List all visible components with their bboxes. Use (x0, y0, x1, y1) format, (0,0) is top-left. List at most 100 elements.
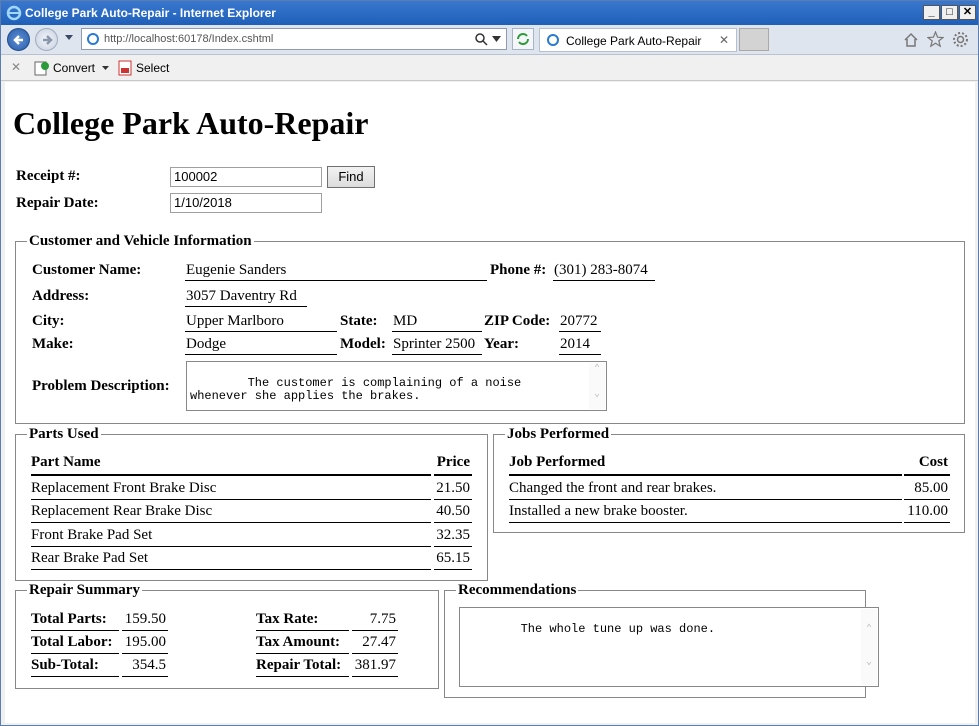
refresh-button[interactable] (512, 28, 534, 50)
job-cost-cell: 85.00 (904, 479, 950, 500)
receipt-label: Receipt #: (16, 168, 81, 184)
part-name-cell: Replacement Front Brake Disc (31, 479, 431, 500)
job-performed-header: Job Performed (509, 454, 902, 476)
part-price-cell: 21.50 (434, 479, 472, 500)
zip-value: 20772 (559, 312, 601, 332)
settings-gear-icon[interactable] (952, 31, 969, 48)
new-tab-button[interactable] (739, 28, 769, 51)
page-content: College Park Auto-Repair Receipt #: 1000… (5, 82, 975, 723)
zip-label: ZIP Code: (484, 313, 551, 329)
customer-name-label: Customer Name: (32, 262, 142, 278)
problem-description-text: The customer is complaining of a noise w… (190, 376, 529, 403)
convert-pdf-icon (34, 61, 49, 76)
jobs-performed-legend: Jobs Performed (505, 426, 612, 443)
browser-window: College Park Auto-Repair - Internet Expl… (0, 0, 979, 726)
recommendations-scrollbar[interactable]: ⌃ ⌄ (861, 609, 877, 685)
refresh-icon (517, 33, 529, 45)
recommendations-textarea[interactable]: The whole tune up was done. ⌃ ⌄ (459, 607, 879, 687)
tab-page-icon (547, 34, 559, 46)
tax-rate-value: 7.75 (352, 610, 398, 631)
customer-vehicle-fieldset: Customer and Vehicle Information Custome… (15, 233, 965, 424)
internet-explorer-icon (6, 5, 22, 21)
year-label: Year: (484, 336, 519, 352)
address-value: 3057 Daventry Rd (185, 287, 307, 307)
recommendations-legend: Recommendations (456, 582, 579, 599)
home-icon[interactable] (903, 32, 919, 48)
part-name-cell: Front Brake Pad Set (31, 526, 431, 547)
recommendations-fieldset: Recommendations The whole tune up was do… (444, 582, 879, 698)
problem-scrollbar[interactable]: ⌃ ⌄ (589, 363, 605, 409)
navigation-bar: http://localhost:60178/Index.cshtml Coll… (1, 25, 978, 55)
year-value: 2014 (559, 335, 601, 355)
select-pdf-icon (118, 60, 132, 76)
part-name-cell: Rear Brake Pad Set (31, 549, 431, 570)
history-dropdown-icon[interactable] (64, 34, 74, 42)
window-title: College Park Auto-Repair - Internet Expl… (25, 6, 276, 20)
tax-amount-value: 27.47 (352, 633, 398, 654)
subtotal-value: 354.5 (122, 656, 168, 677)
repair-date-input[interactable]: 1/10/2018 (170, 193, 322, 213)
state-value: MD (392, 312, 482, 332)
select-button[interactable]: Select (136, 61, 169, 75)
parts-used-legend: Parts Used (27, 426, 101, 443)
repair-summary-fieldset: Repair Summary Total Parts: 159.50 Total… (15, 582, 439, 689)
browser-tab[interactable]: College Park Auto-Repair ✕ (539, 28, 737, 52)
close-button[interactable]: ✕ (959, 5, 976, 20)
total-labor-value: 195.00 (122, 633, 168, 654)
total-parts-label: Total Parts: (31, 610, 119, 631)
job-cell: Changed the front and rear brakes. (509, 479, 902, 500)
customer-name-value: Eugenie Sanders (185, 261, 487, 281)
total-labor-label: Total Labor: (31, 633, 119, 654)
part-name-cell: Replacement Rear Brake Disc (31, 502, 431, 523)
tab-title: College Park Auto-Repair (566, 34, 702, 48)
part-name-header: Part Name (31, 454, 431, 476)
customer-vehicle-legend: Customer and Vehicle Information (27, 233, 254, 250)
page-icon (87, 33, 99, 45)
price-header: Price (434, 454, 472, 476)
address-bar[interactable]: http://localhost:60178/Index.cshtml (81, 28, 507, 50)
make-label: Make: (32, 336, 74, 352)
phone-value: (301) 283-8074 (553, 261, 655, 281)
url-text: http://localhost:60178/Index.cshtml (104, 33, 274, 45)
parts-used-fieldset: Parts Used Part Name Price Replacement F… (15, 426, 488, 581)
subtotal-label: Sub-Total: (31, 656, 119, 677)
city-value: Upper Marlboro (185, 312, 337, 332)
total-parts-value: 159.50 (122, 610, 168, 631)
repair-total-value: 381.97 (352, 656, 398, 677)
command-bar: ✕ Convert Select (1, 56, 978, 81)
forward-arrow-icon (43, 35, 53, 45)
tax-amount-label: Tax Amount: (256, 633, 349, 654)
maximize-button[interactable]: □ (941, 5, 958, 20)
problem-description-textarea[interactable]: The customer is complaining of a noise w… (186, 361, 607, 411)
close-bar-icon[interactable]: ✕ (11, 60, 21, 74)
forward-button[interactable] (35, 28, 58, 51)
back-button[interactable] (7, 28, 30, 51)
jobs-performed-fieldset: Jobs Performed Job Performed Cost Change… (493, 426, 965, 533)
repair-total-label: Repair Total: (256, 656, 349, 677)
part-price-cell: 32.35 (434, 526, 472, 547)
search-icon[interactable] (474, 32, 488, 46)
address-dropdown-icon[interactable] (492, 36, 501, 43)
phone-label: Phone #: (490, 262, 547, 278)
tax-rate-label: Tax Rate: (256, 610, 349, 631)
make-value: Dodge (185, 335, 337, 355)
back-arrow-icon (13, 35, 23, 45)
problem-description-label: Problem Description: (32, 378, 170, 394)
favorites-star-icon[interactable] (927, 31, 944, 48)
part-price-cell: 40.50 (434, 502, 472, 523)
cost-header: Cost (904, 454, 950, 476)
model-label: Model: (340, 336, 386, 352)
receipt-number-input[interactable]: 100002 (170, 167, 322, 187)
job-cost-cell: 110.00 (904, 502, 950, 523)
page-title: College Park Auto-Repair (13, 105, 369, 141)
job-cell: Installed a new brake booster. (509, 502, 902, 523)
convert-dropdown-icon[interactable] (102, 66, 109, 71)
city-label: City: (32, 313, 65, 329)
recommendations-text: The whole tune up was done. (520, 622, 716, 636)
convert-button[interactable]: Convert (53, 61, 95, 75)
minimize-button[interactable]: _ (923, 5, 940, 20)
close-tab-icon[interactable]: ✕ (719, 33, 729, 47)
state-label: State: (340, 313, 378, 329)
find-button[interactable]: Find (327, 166, 375, 188)
repair-date-label: Repair Date: (16, 195, 99, 211)
